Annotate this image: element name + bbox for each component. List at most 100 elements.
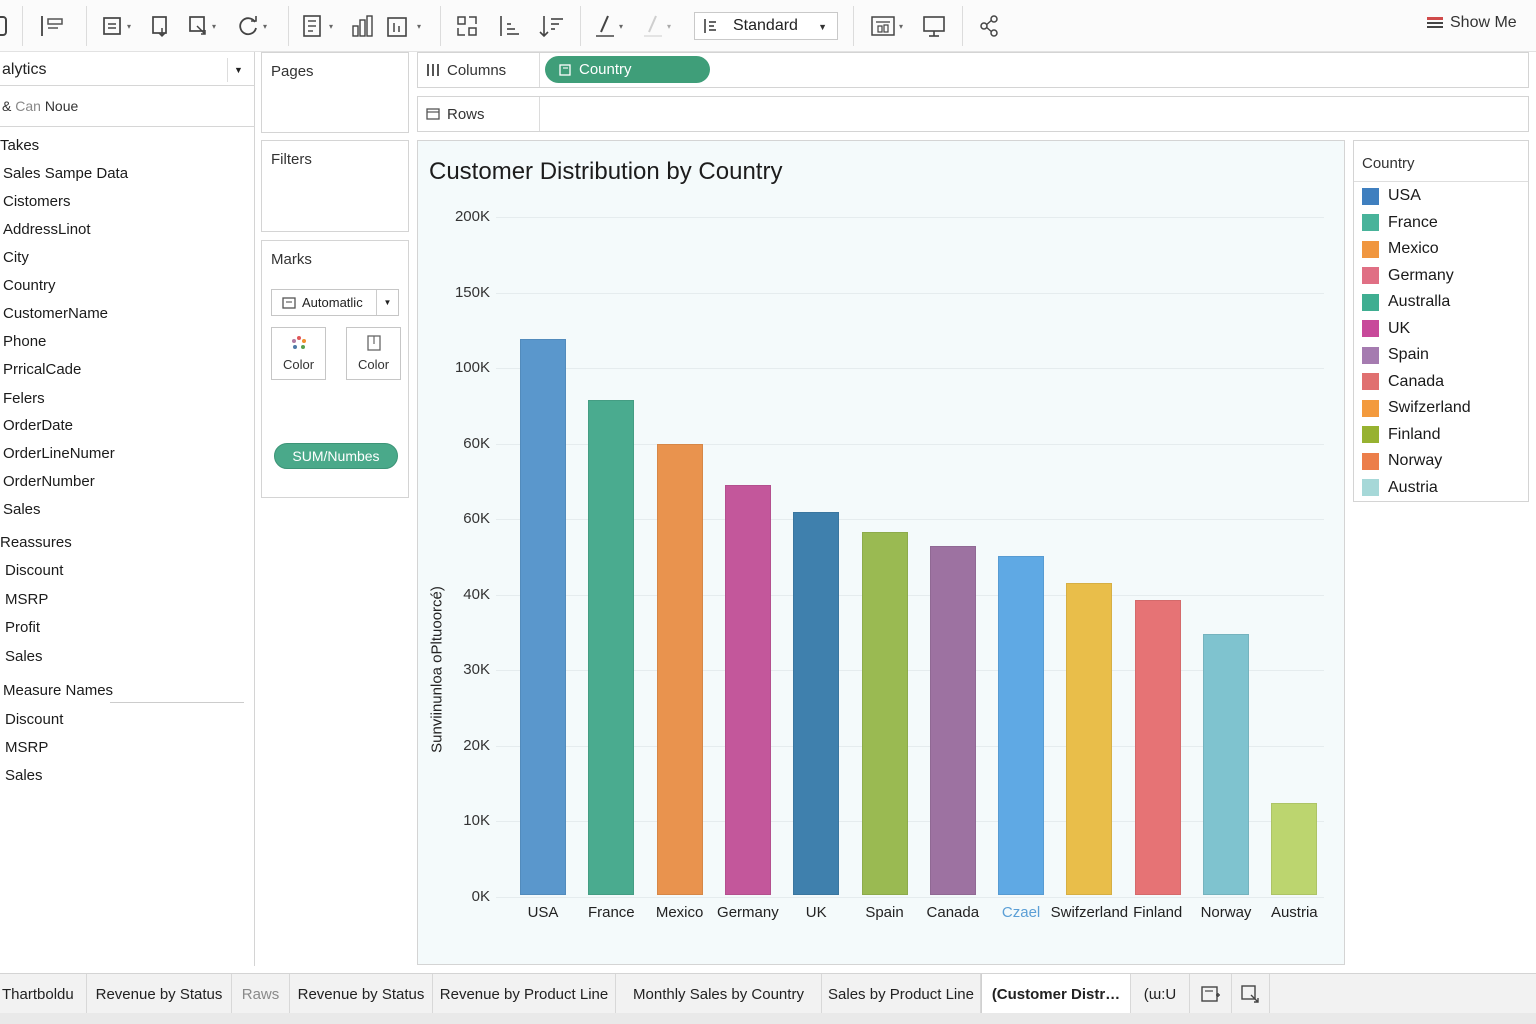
measures-heading: Reassures bbox=[0, 534, 72, 551]
y-tick-label: 20K bbox=[463, 736, 490, 754]
presentation-icon[interactable] bbox=[922, 12, 946, 40]
bar[interactable] bbox=[1203, 633, 1249, 895]
chevron-down-icon[interactable]: ▼ bbox=[227, 58, 249, 82]
bar[interactable] bbox=[861, 532, 908, 895]
marks-card: Marks Automatlic ▼ Color Color SUM/Numbe… bbox=[261, 240, 409, 498]
legend-item[interactable]: Norway bbox=[1362, 452, 1442, 470]
fit-icon[interactable] bbox=[455, 12, 479, 40]
dimension-field[interactable]: Felers bbox=[3, 390, 45, 407]
new-dashboard-icon[interactable] bbox=[1190, 974, 1232, 1014]
dimension-field[interactable]: OrderDate bbox=[3, 417, 73, 434]
bars-icon[interactable] bbox=[351, 12, 377, 40]
legend-item[interactable]: USA bbox=[1362, 187, 1421, 205]
dimension-field[interactable]: Phone bbox=[3, 333, 46, 350]
swap-icon[interactable] bbox=[38, 12, 68, 40]
sheet-tabs: Thartboldu Revenue by Status Raws Revenue b… bbox=[0, 973, 1536, 1014]
new-sheet-icon[interactable]: ▾ bbox=[102, 12, 131, 40]
dimension-field[interactable]: AddressLinot bbox=[3, 221, 91, 238]
filters-title: Filters bbox=[271, 151, 312, 168]
legend-item[interactable]: Canada bbox=[1362, 373, 1444, 391]
measure-field[interactable]: Discount bbox=[5, 562, 63, 579]
columns-icon bbox=[427, 64, 439, 76]
legend-swatch bbox=[1362, 452, 1379, 470]
color-palette-icon bbox=[291, 336, 306, 349]
dimension-field[interactable]: OrderNumber bbox=[3, 473, 95, 490]
sheet-tab[interactable]: Monthly Sales by Country bbox=[616, 974, 822, 1014]
bar[interactable] bbox=[1066, 583, 1113, 895]
measure-field[interactable]: Sales bbox=[5, 648, 43, 665]
rows-label: Rows bbox=[447, 105, 485, 123]
group-icon[interactable]: ▾ bbox=[302, 12, 333, 40]
dimension-field[interactable]: Country bbox=[3, 277, 56, 294]
highlight-icon[interactable]: ▾ bbox=[594, 12, 623, 40]
legend-swatch bbox=[1362, 346, 1379, 364]
bar[interactable] bbox=[793, 511, 840, 895]
dimension-field[interactable]: PrricalCade bbox=[3, 361, 81, 378]
sheet-tab[interactable]: Sales by Product Line bbox=[822, 974, 981, 1014]
fit-select[interactable]: Standard ▼ bbox=[694, 12, 838, 40]
size-button[interactable]: Color bbox=[346, 327, 401, 380]
connection-item[interactable]: & Can Noue bbox=[2, 98, 78, 114]
show-me-button[interactable]: Show Me bbox=[1426, 14, 1517, 32]
rows-shelf[interactable]: Rows bbox=[417, 96, 1529, 132]
legend-item[interactable]: France bbox=[1362, 214, 1438, 232]
legend-item[interactable]: Australla bbox=[1362, 293, 1450, 311]
show-labels-icon[interactable]: ▾ bbox=[870, 12, 903, 40]
legend-label: Finland bbox=[1388, 425, 1441, 443]
filters-card[interactable]: Filters bbox=[261, 140, 409, 232]
bar[interactable] bbox=[656, 444, 703, 895]
legend-item[interactable]: Swifzerland bbox=[1362, 399, 1471, 417]
sheet-tab[interactable]: Raws bbox=[232, 974, 290, 1014]
sort-descending-icon[interactable] bbox=[539, 12, 567, 40]
sheet-tab[interactable]: Revenue by Status bbox=[87, 974, 232, 1014]
dimension-field[interactable]: CustomerName bbox=[3, 305, 108, 322]
columns-shelf[interactable]: Columns Country bbox=[417, 52, 1529, 88]
sheet-tab[interactable]: Thartboldu bbox=[0, 974, 87, 1014]
bar[interactable] bbox=[998, 556, 1045, 895]
bar[interactable] bbox=[1271, 803, 1318, 895]
dimension-field[interactable]: Cistomers bbox=[3, 193, 71, 210]
pen-icon[interactable]: ▾ bbox=[642, 12, 671, 40]
data-source-item[interactable]: Sales Sampe Data bbox=[3, 165, 128, 182]
measure-field[interactable]: MSRP bbox=[5, 591, 48, 608]
new-story-icon[interactable] bbox=[1232, 974, 1270, 1014]
pages-card[interactable]: Pages bbox=[261, 52, 409, 133]
data-pane-header[interactable]: alytics ▼ bbox=[0, 54, 255, 86]
bar[interactable] bbox=[929, 545, 976, 895]
show-me-label: Show Me bbox=[1450, 14, 1517, 31]
sort-ascending-icon[interactable] bbox=[497, 12, 523, 40]
share-icon[interactable] bbox=[978, 12, 1002, 40]
sheet-tab[interactable]: Revenue by Product Line bbox=[433, 974, 616, 1014]
country-pill[interactable]: Country bbox=[545, 56, 710, 83]
measure-name-field[interactable]: Sales bbox=[5, 767, 43, 784]
legend-item[interactable]: UK bbox=[1362, 320, 1410, 338]
measure-name-field[interactable]: Discount bbox=[5, 711, 63, 728]
sheet-tab[interactable]: (Customer Distr… bbox=[981, 974, 1131, 1014]
dimension-field[interactable]: OrderLineNumer bbox=[3, 445, 115, 462]
dimension-field[interactable]: Sales bbox=[3, 501, 41, 518]
legend-item[interactable]: Austria bbox=[1362, 479, 1438, 497]
sheet-tab[interactable]: (ɯ:U bbox=[1131, 974, 1190, 1014]
legend-item[interactable]: Finland bbox=[1362, 426, 1440, 444]
gridline bbox=[496, 896, 1324, 898]
sum-measure-pill[interactable]: SUM/Numbes bbox=[274, 443, 398, 469]
color-button[interactable]: Color bbox=[271, 327, 326, 380]
bar[interactable] bbox=[520, 339, 566, 895]
legend-item[interactable]: Mexico bbox=[1362, 240, 1439, 258]
datasource-icon[interactable] bbox=[0, 12, 8, 40]
mark-type-select[interactable]: Automatlic ▼ bbox=[271, 289, 399, 316]
bar[interactable] bbox=[1134, 600, 1181, 895]
measure-name-field[interactable]: MSRP bbox=[5, 739, 48, 756]
measure-field[interactable]: Profit bbox=[5, 619, 40, 636]
dimension-field[interactable]: City bbox=[3, 249, 29, 266]
sort-icon[interactable]: ▾ bbox=[386, 12, 421, 40]
legend-item[interactable]: Germany bbox=[1362, 267, 1454, 285]
bar[interactable] bbox=[588, 400, 635, 895]
bar[interactable] bbox=[724, 484, 771, 895]
refresh-icon[interactable]: ▾ bbox=[238, 12, 267, 40]
divider bbox=[0, 126, 255, 127]
legend-item[interactable]: Spain bbox=[1362, 346, 1429, 364]
clear-icon[interactable]: ▾ bbox=[187, 12, 216, 40]
duplicate-icon[interactable] bbox=[150, 12, 172, 40]
sheet-tab[interactable]: Revenue by Status bbox=[290, 974, 433, 1014]
